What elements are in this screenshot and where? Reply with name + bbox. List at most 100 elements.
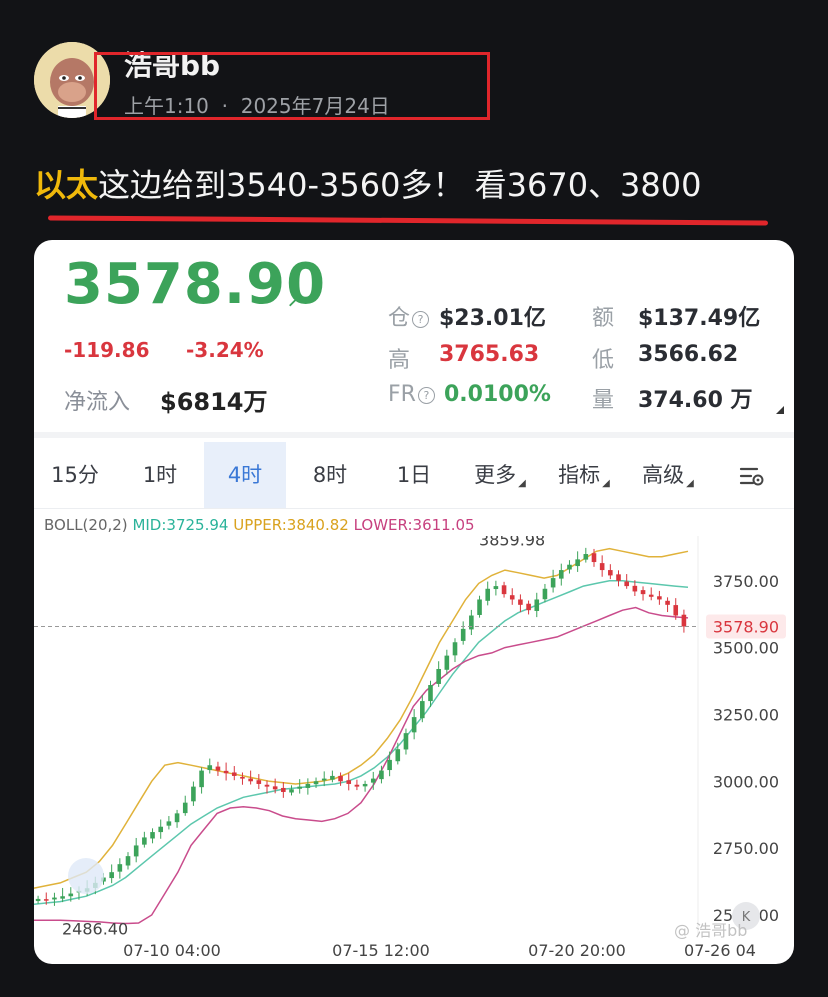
- tab-1d[interactable]: 1日: [372, 442, 456, 508]
- tab-15m[interactable]: 15分: [34, 442, 116, 508]
- y-tick-label: 3750.00: [713, 572, 779, 591]
- candle-body: [60, 896, 65, 899]
- candle-body: [673, 605, 679, 616]
- tab-advanced[interactable]: 高级 ◢: [626, 442, 710, 508]
- timeframe-tabs: 15分 1时 4时 8时 1日 更多 ◢ 指标 ◢ 高级 ◢: [34, 442, 794, 509]
- candle-body: [109, 872, 114, 879]
- candle-body: [313, 781, 319, 785]
- candle-body: [256, 780, 262, 784]
- low-value: 3566.62: [638, 342, 739, 367]
- candle-body: [338, 775, 343, 782]
- candle-body: [428, 685, 433, 702]
- y-tick-label: 3250.00: [713, 705, 779, 724]
- candle-body: [199, 770, 204, 788]
- candle-body: [379, 770, 384, 780]
- candle-body: [52, 897, 57, 900]
- y-tick-label: 2750.00: [713, 839, 779, 858]
- y-tick-label: 3500.00: [713, 639, 779, 658]
- candle-body: [648, 594, 654, 597]
- boll-lower: LOWER:3611.05: [353, 516, 475, 534]
- turnover-label: 额: [592, 306, 615, 331]
- candle-body: [395, 749, 401, 762]
- highlight-box-annotation: [94, 52, 490, 120]
- low-label: 低: [592, 348, 615, 373]
- candle-body: [403, 733, 409, 750]
- help-icon[interactable]: ?: [412, 310, 430, 328]
- dropdown-caret-icon: ◢: [518, 478, 526, 489]
- candle-body: [330, 775, 335, 780]
- current-price-label: 3578.90: [713, 618, 779, 637]
- tab-1h[interactable]: 1时: [118, 442, 202, 508]
- candle-body: [182, 802, 188, 814]
- x-tick-label: 07-26 04: [684, 941, 756, 960]
- dropdown-caret-icon: ◢: [602, 478, 610, 489]
- candle-body: [346, 780, 352, 784]
- tab-more[interactable]: 更多 ◢: [456, 442, 544, 508]
- post-text: 以太这边给到3540-3560多！ 看3670、3800: [34, 160, 702, 206]
- candle-body: [321, 778, 327, 781]
- candle-body: [133, 845, 139, 857]
- tab-8h[interactable]: 8时: [288, 442, 372, 508]
- boll-upper: UPPER:3840.82: [233, 516, 349, 534]
- candle-body: [166, 821, 172, 826]
- volume-label: 量: [592, 388, 615, 413]
- turnover-value: $137.49亿: [638, 306, 761, 331]
- boll-name: BOLL(20,2): [44, 516, 128, 534]
- boll-mid-line: [34, 580, 689, 906]
- candle-body: [215, 766, 221, 771]
- history-bubble-icon: [68, 858, 104, 894]
- candle-body: [174, 813, 180, 823]
- candle-body: [248, 778, 253, 782]
- boll-indicator-legend: BOLL(20,2) MID:3725.94 UPPER:3840.82 LOW…: [44, 516, 475, 534]
- candle-body: [575, 559, 580, 567]
- candle-body: [608, 570, 613, 576]
- boll-upper-line: [34, 547, 689, 889]
- tab-indicators[interactable]: 指标 ◢: [542, 442, 626, 508]
- candle-body: [550, 578, 556, 588]
- help-icon[interactable]: ?: [417, 386, 435, 404]
- candle-body: [125, 856, 131, 866]
- watermark-text: @ 浩哥bb: [674, 921, 747, 940]
- candle-body: [501, 585, 507, 595]
- candle-body: [542, 588, 548, 600]
- x-tick-label: 07-10 04:00: [123, 941, 221, 960]
- candle-body: [117, 864, 123, 872]
- candle-body: [558, 570, 564, 579]
- candle-body: [191, 786, 196, 802]
- post-text-body: 这边给到3540-3560多！ 看3670、3800: [98, 166, 702, 204]
- candle-body: [460, 628, 466, 641]
- candle-body: [240, 777, 245, 779]
- candle-body: [518, 599, 523, 605]
- netflow-label: 净流入: [64, 390, 131, 415]
- candle-body: [534, 599, 540, 611]
- candle-body: [681, 614, 687, 627]
- candle-body: [624, 581, 629, 587]
- oi-value: $23.01亿: [439, 306, 546, 331]
- tab-4h[interactable]: 4时: [204, 442, 286, 508]
- candle-body: [223, 770, 229, 774]
- candle-body: [665, 600, 670, 605]
- fr-value: 0.0100%: [444, 382, 551, 407]
- fr-label: FR?: [388, 382, 435, 407]
- candle-body: [272, 786, 278, 790]
- candle-body: [68, 893, 74, 897]
- candle-body: [43, 899, 49, 901]
- candle-body: [469, 615, 474, 630]
- candle-body: [657, 596, 662, 600]
- underline-annotation: [47, 215, 769, 226]
- candle-body: [264, 784, 270, 787]
- candle-body: [444, 655, 450, 670]
- y-tick-label: 3000.00: [713, 772, 779, 791]
- candlestick-chart[interactable]: 3750.003500.003250.003000.002750.002500.…: [34, 536, 794, 964]
- candle-body: [477, 599, 482, 615]
- high-value-label: 3859.98: [479, 536, 545, 549]
- candle-body: [370, 778, 376, 783]
- candle-body: [281, 787, 286, 792]
- candle-body: [509, 595, 515, 600]
- expand-corner-icon[interactable]: [776, 406, 784, 414]
- chart-settings-icon[interactable]: [724, 442, 780, 508]
- low-value-label: 2486.40: [62, 920, 128, 939]
- candle-body: [142, 837, 147, 845]
- candle-body: [526, 603, 531, 611]
- x-tick-label: 07-15 12:00: [332, 941, 430, 960]
